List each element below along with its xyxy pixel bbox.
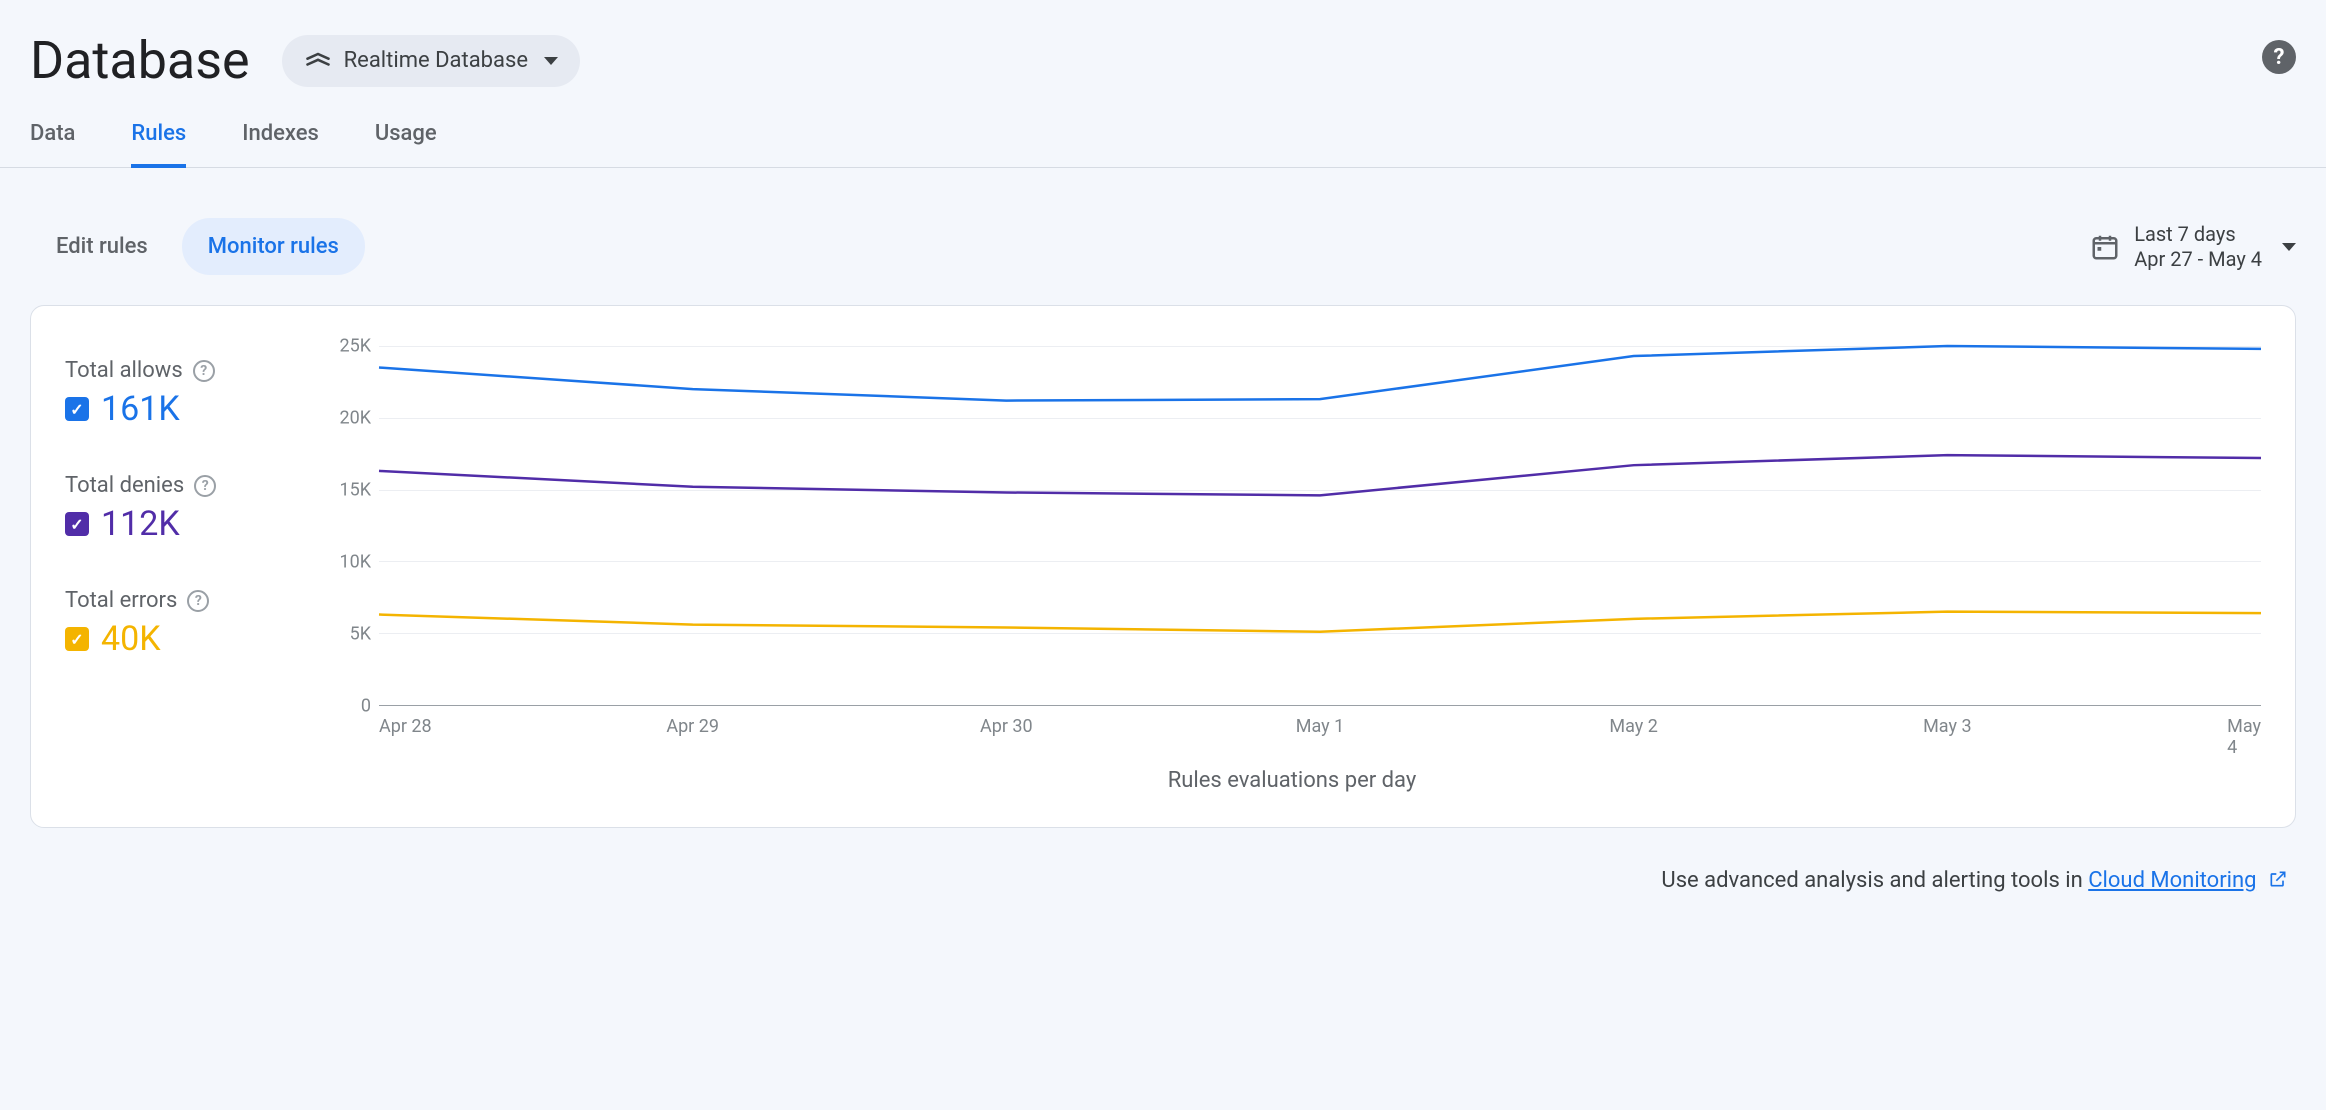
legend-errors-label: Total errors xyxy=(65,588,177,613)
page-title: Database xyxy=(30,30,250,91)
monitor-card: Total allows ? 161K Total denies ? 112K … xyxy=(30,305,2296,828)
legend-denies-checkbox[interactable] xyxy=(65,512,89,536)
x-tick: Apr 29 xyxy=(666,716,719,737)
date-range-value: Apr 27 - May 4 xyxy=(2134,247,2262,272)
legend-allows-checkbox[interactable] xyxy=(65,397,89,421)
y-tick: 10K xyxy=(339,552,371,573)
chevron-down-icon xyxy=(2282,243,2296,251)
chart-lines xyxy=(379,346,2261,705)
y-tick: 25K xyxy=(339,336,371,357)
series-line xyxy=(379,612,2261,632)
info-icon[interactable]: ? xyxy=(194,475,216,497)
cloud-monitoring-link[interactable]: Cloud Monitoring xyxy=(2088,868,2256,893)
chart-legend: Total allows ? 161K Total denies ? 112K … xyxy=(65,346,295,793)
subtab-monitor-rules[interactable]: Monitor rules xyxy=(182,218,365,275)
footer-text: Use advanced analysis and alerting tools… xyxy=(1661,868,2088,893)
chart-y-axis: 05K10K15K20K25K xyxy=(323,346,379,706)
external-link-icon xyxy=(2268,869,2288,895)
rules-subbar: Edit rules Monitor rules Last 7 days Apr… xyxy=(0,168,2326,305)
legend-allows-label: Total allows xyxy=(65,358,183,383)
series-line xyxy=(379,455,2261,495)
chevron-down-icon xyxy=(544,57,558,65)
x-tick: May 3 xyxy=(1923,716,1971,737)
x-tick: Apr 30 xyxy=(980,716,1033,737)
tab-indexes[interactable]: Indexes xyxy=(242,111,319,167)
date-range-picker[interactable]: Last 7 days Apr 27 - May 4 xyxy=(2090,222,2296,272)
chart-x-axis: Apr 28Apr 29Apr 30May 1May 2May 3May 4 xyxy=(379,706,2261,746)
y-tick: 20K xyxy=(339,408,371,429)
tab-rules[interactable]: Rules xyxy=(131,111,186,168)
x-tick: May 1 xyxy=(1296,716,1344,737)
database-selector-label: Realtime Database xyxy=(344,48,528,73)
legend-denies-label: Total denies xyxy=(65,473,184,498)
y-tick: 15K xyxy=(339,480,371,501)
date-range-label: Last 7 days xyxy=(2134,222,2262,247)
y-tick: 0 xyxy=(361,696,371,717)
x-tick: Apr 28 xyxy=(379,716,432,737)
info-icon[interactable]: ? xyxy=(187,590,209,612)
x-tick: May 2 xyxy=(1609,716,1657,737)
chart-plot-area: 05K10K15K20K25K xyxy=(323,346,2261,706)
legend-allows: Total allows ? 161K xyxy=(65,358,295,429)
info-icon[interactable]: ? xyxy=(193,360,215,382)
database-selector[interactable]: Realtime Database xyxy=(282,35,580,87)
help-icon[interactable]: ? xyxy=(2262,40,2296,74)
legend-errors-value: 40K xyxy=(101,619,161,659)
y-tick: 5K xyxy=(350,624,371,645)
realtime-db-icon xyxy=(304,47,332,75)
legend-denies: Total denies ? 112K xyxy=(65,473,295,544)
x-tick: May 4 xyxy=(2227,716,2261,758)
legend-errors: Total errors ? 40K xyxy=(65,588,295,659)
chart-plot xyxy=(379,346,2261,706)
subtab-edit-rules[interactable]: Edit rules xyxy=(30,218,174,275)
tab-usage[interactable]: Usage xyxy=(375,111,437,167)
chart: 05K10K15K20K25K Apr 28Apr 29Apr 30May 1M… xyxy=(323,346,2261,793)
rules-subtabs: Edit rules Monitor rules xyxy=(30,218,365,275)
tab-data[interactable]: Data xyxy=(30,111,75,167)
series-line xyxy=(379,346,2261,401)
calendar-icon xyxy=(2090,232,2120,262)
footer-cloud-monitoring: Use advanced analysis and alerting tools… xyxy=(0,828,2326,895)
main-tabs: Data Rules Indexes Usage xyxy=(0,111,2326,168)
date-range-text: Last 7 days Apr 27 - May 4 xyxy=(2134,222,2262,272)
legend-denies-value: 112K xyxy=(101,504,180,544)
legend-errors-checkbox[interactable] xyxy=(65,627,89,651)
legend-allows-value: 161K xyxy=(101,389,180,429)
page-header: Database Realtime Database ? xyxy=(0,0,2326,111)
chart-x-label: Rules evaluations per day xyxy=(323,768,2261,793)
